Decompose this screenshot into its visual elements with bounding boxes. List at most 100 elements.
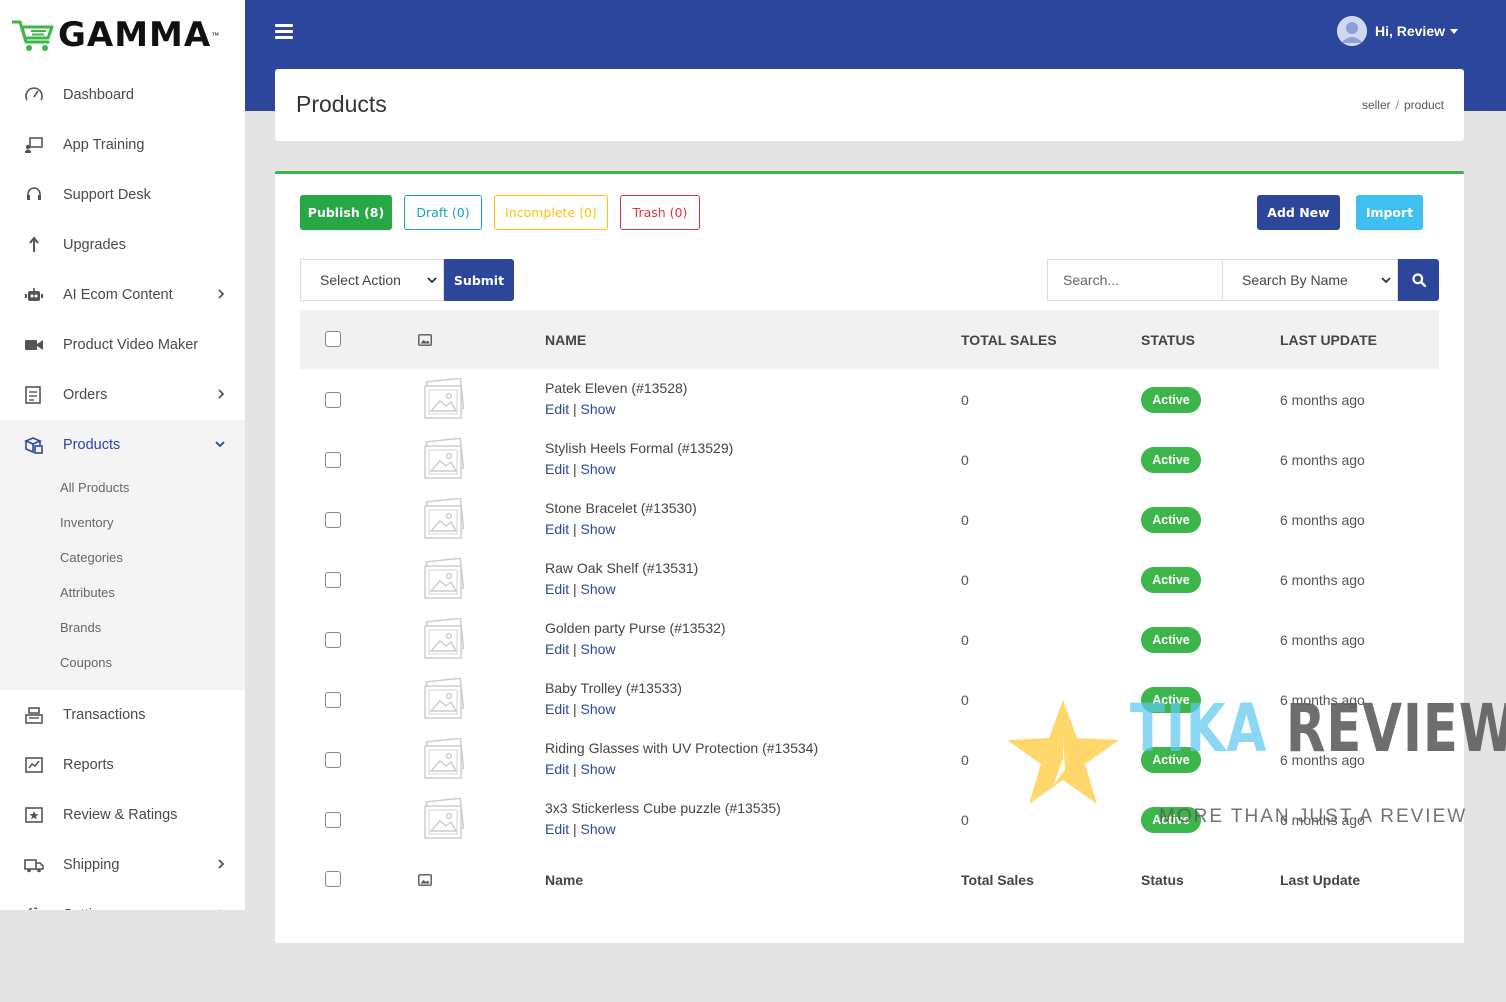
edit-link[interactable]: Edit (545, 701, 569, 717)
products-card: Publish (8) Draft (0) Incomplete (0) Tra… (275, 171, 1464, 943)
footer-name: Name (545, 872, 584, 888)
trash-filter-button[interactable]: Trash (0) (620, 195, 700, 230)
show-link[interactable]: Show (581, 461, 616, 477)
sidebar-item-app-training[interactable]: App Training (0, 120, 245, 170)
trademark: ™ (211, 30, 220, 40)
row-checkbox[interactable] (325, 692, 341, 708)
sidebar-item-review-ratings[interactable]: Review & Ratings (0, 790, 245, 840)
total-sales: 0 (961, 812, 969, 828)
edit-link[interactable]: Edit (545, 761, 569, 777)
breadcrumb-seller[interactable]: seller (1362, 98, 1391, 112)
add-new-button[interactable]: Add New (1257, 195, 1340, 230)
row-checkbox[interactable] (325, 752, 341, 768)
row-checkbox[interactable] (325, 812, 341, 828)
row-checkbox[interactable] (325, 452, 341, 468)
sidebar-item-product-video-maker[interactable]: Product Video Maker (0, 320, 245, 370)
select-all-checkbox-footer[interactable] (325, 871, 341, 887)
status-badge: Active (1141, 627, 1201, 653)
select-all-checkbox[interactable] (325, 331, 341, 347)
sidebar-item-label: Shipping (63, 857, 120, 873)
sidebar-item-reports[interactable]: Reports (0, 740, 245, 790)
sidebar-item-transactions[interactable]: Transactions (0, 690, 245, 740)
sidebar-subitem-coupons[interactable]: Coupons (0, 645, 245, 680)
status-badge: Active (1141, 807, 1201, 833)
header-total-sales[interactable]: TOTAL SALES (961, 332, 1057, 348)
sidebar-item-orders[interactable]: Orders (0, 370, 245, 420)
avatar (1336, 16, 1367, 46)
table-row: Stylish Heels Formal (#13529) Edit | Show… (300, 430, 1439, 490)
header-last-update[interactable]: LAST UPDATE (1280, 332, 1377, 348)
edit-link[interactable]: Edit (545, 461, 569, 477)
sidebar-item-products[interactable]: Products (0, 420, 245, 470)
edit-link[interactable]: Edit (545, 521, 569, 537)
draft-filter-button[interactable]: Draft (0) (404, 195, 482, 230)
total-sales: 0 (961, 512, 969, 528)
row-actions: Edit | Show (545, 521, 616, 537)
incomplete-filter-button[interactable]: Incomplete (0) (494, 195, 608, 230)
sidebar-item-shipping[interactable]: Shipping (0, 840, 245, 890)
row-checkbox[interactable] (325, 572, 341, 588)
edit-link[interactable]: Edit (545, 401, 569, 417)
edit-link[interactable]: Edit (545, 641, 569, 657)
search-by-select[interactable]: Search By Name (1222, 259, 1398, 301)
last-update: 6 months ago (1280, 512, 1365, 528)
header-status[interactable]: STATUS (1141, 332, 1195, 348)
show-link[interactable]: Show (581, 581, 616, 597)
orders-icon (24, 385, 44, 405)
sidebar-subitem-inventory[interactable]: Inventory (0, 505, 245, 540)
sidebar-subitem-all-products[interactable]: All Products (0, 470, 245, 505)
sidebar-subitem-brands[interactable]: Brands (0, 610, 245, 645)
row-actions: Edit | Show (545, 761, 616, 777)
sidebar-item-support-desk[interactable]: Support Desk (0, 170, 245, 220)
breadcrumb: seller / product (1361, 98, 1444, 112)
import-button[interactable]: Import (1356, 195, 1423, 230)
product-image-placeholder (422, 797, 466, 842)
row-checkbox[interactable] (325, 512, 341, 528)
status-badge: Active (1141, 747, 1201, 773)
training-icon (24, 135, 44, 155)
sidebar-subitem-categories[interactable]: Categories (0, 540, 245, 575)
edit-link[interactable]: Edit (545, 581, 569, 597)
row-checkbox[interactable] (325, 392, 341, 408)
sidebar-subitem-attributes[interactable]: Attributes (0, 575, 245, 610)
table-row: Stone Bracelet (#13530) Edit | Show 0 Activ… (300, 490, 1439, 550)
search-button[interactable] (1398, 259, 1439, 301)
sidebar-item-label: Reports (63, 757, 114, 773)
sidebar-item-settings[interactable]: Settings (0, 890, 245, 910)
submit-button[interactable]: Submit (444, 259, 514, 301)
bulk-action-select[interactable]: Select Action (300, 259, 444, 301)
brand-logo[interactable]: GAMMA ™ (0, 0, 245, 70)
publish-filter-button[interactable]: Publish (8) (300, 195, 392, 230)
show-link[interactable]: Show (581, 821, 616, 837)
total-sales: 0 (961, 752, 969, 768)
user-greeting: Hi, Review (1374, 23, 1445, 39)
product-image-placeholder (422, 617, 466, 662)
row-checkbox[interactable] (325, 632, 341, 648)
product-name: Golden party Purse (#13532) (545, 620, 726, 636)
product-image-placeholder (422, 677, 466, 722)
hamburger-menu-icon[interactable] (275, 24, 293, 40)
edit-link[interactable]: Edit (545, 821, 569, 837)
sidebar-item-ai-ecom-content[interactable]: AI Ecom Content (0, 270, 245, 320)
show-link[interactable]: Show (581, 521, 616, 537)
show-link[interactable]: Show (581, 701, 616, 717)
last-update: 6 months ago (1280, 752, 1365, 768)
sidebar-item-label: Dashboard (63, 87, 134, 103)
gauge-icon (24, 85, 44, 105)
show-link[interactable]: Show (581, 641, 616, 657)
row-actions: Edit | Show (545, 581, 616, 597)
sidebar-item-label: App Training (63, 137, 145, 153)
sidebar-item-upgrades[interactable]: Upgrades (0, 220, 245, 270)
status-badge: Active (1141, 387, 1201, 413)
sidebar-item-label: AI Ecom Content (63, 287, 173, 303)
footer-status: Status (1141, 872, 1184, 888)
header-name[interactable]: NAME (545, 332, 586, 348)
show-link[interactable]: Show (581, 761, 616, 777)
show-link[interactable]: Show (581, 401, 616, 417)
video-camera-icon (24, 335, 44, 355)
sidebar-item-label: Support Desk (63, 187, 151, 203)
user-menu[interactable]: Hi, Review (1336, 16, 1458, 46)
sidebar-item-dashboard[interactable]: Dashboard (0, 70, 245, 120)
search-input[interactable]: Search... (1047, 259, 1223, 301)
bulk-action-value: Select Action (320, 272, 401, 288)
